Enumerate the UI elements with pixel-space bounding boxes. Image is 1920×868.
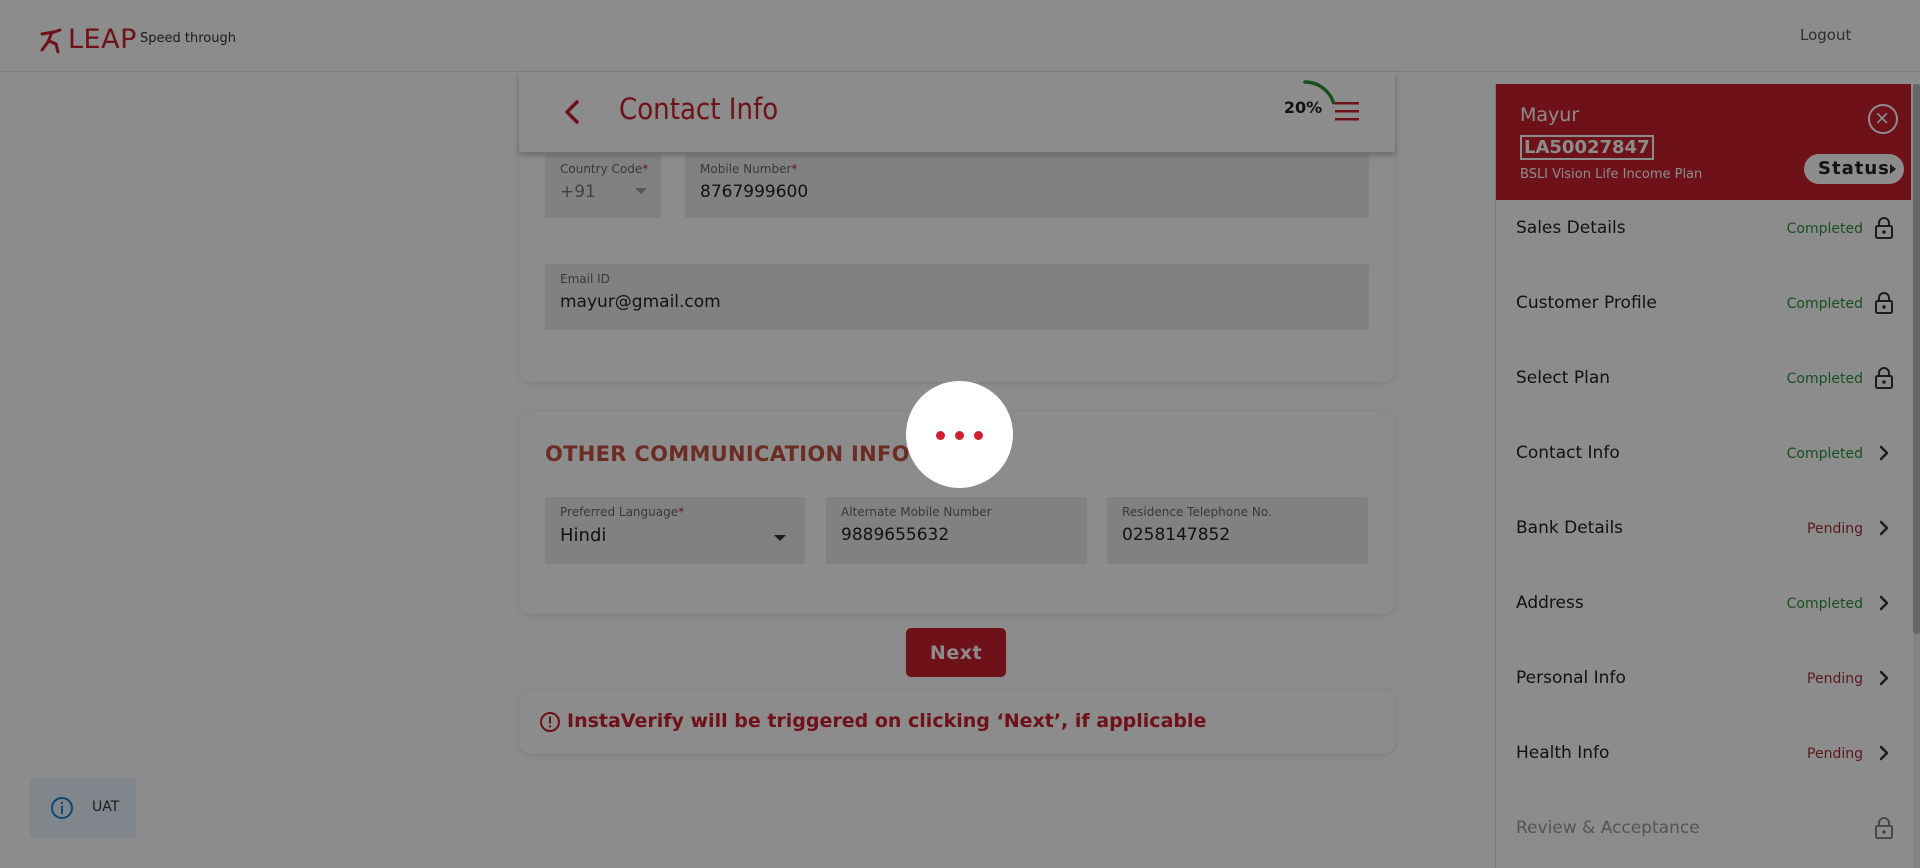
loader-dot (955, 431, 964, 440)
loader-dot (974, 431, 983, 440)
loader-dot (936, 431, 945, 440)
loading-spinner (906, 381, 1013, 488)
